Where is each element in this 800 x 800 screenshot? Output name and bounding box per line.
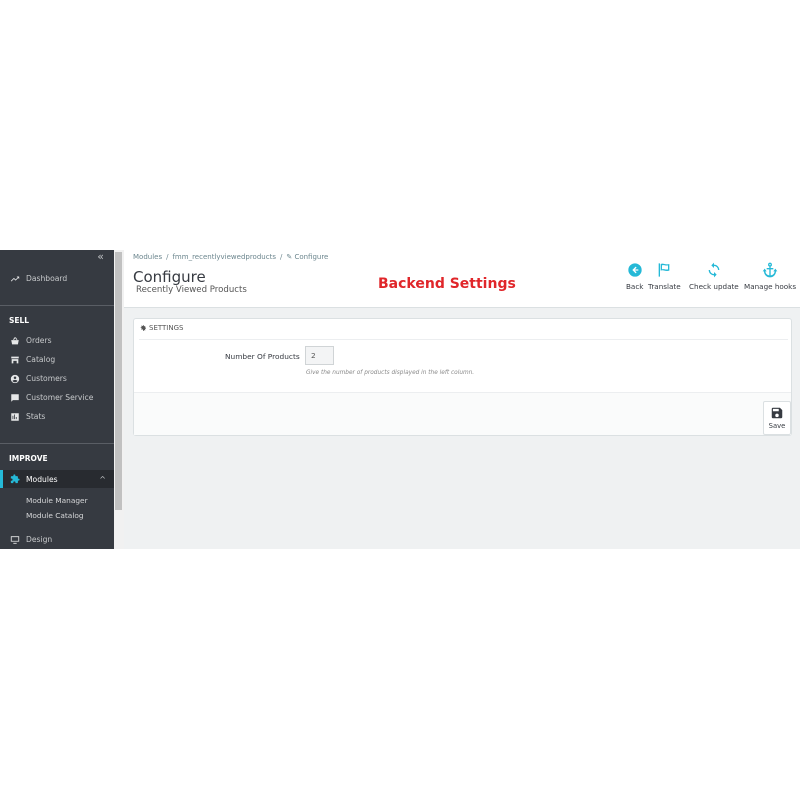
sidebar-item-stats[interactable]: Stats	[0, 407, 114, 426]
sidebar-item-label: Dashboard	[26, 274, 68, 283]
sidebar-subitem-module-manager[interactable]: Module Manager	[26, 496, 88, 505]
save-button[interactable]: Save	[763, 401, 791, 435]
user-icon	[9, 373, 20, 384]
breadcrumb-configure: Configure	[294, 253, 329, 261]
panel-divider	[139, 339, 788, 340]
panel-heading: SETTINGS	[139, 324, 183, 332]
sidebar-item-label: Design	[26, 535, 53, 544]
store-icon	[9, 354, 20, 365]
page-title: Configure	[133, 268, 206, 286]
sidebar-item-label: Customers	[26, 374, 67, 383]
breadcrumb: Modules / fmm_recentlyviewedproducts / ✎ Con…	[133, 253, 329, 261]
number-of-products-label: Number Of Products	[225, 352, 300, 361]
sidebar-item-customers[interactable]: Customers	[0, 369, 114, 388]
monitor-icon	[9, 534, 20, 545]
sidebar-item-design[interactable]: Design	[0, 530, 114, 549]
breadcrumb-modules[interactable]: Modules	[133, 253, 162, 261]
app-window: « Dashboard SELL Orders Catalog Customer…	[0, 250, 800, 549]
sidebar-scrollbar[interactable]	[114, 250, 124, 549]
translate-button[interactable]: Translate	[648, 262, 681, 291]
sidebar-item-customer-service[interactable]: Customer Service	[0, 388, 114, 407]
back-icon	[628, 263, 642, 277]
sidebar-item-orders[interactable]: Orders	[0, 331, 114, 350]
sidebar-item-catalog[interactable]: Catalog	[0, 350, 114, 369]
sidebar-item-label: Orders	[26, 336, 52, 345]
wrench-icon: ✎	[286, 253, 293, 261]
sidebar-divider	[0, 443, 114, 444]
sidebar-item-label: Stats	[26, 412, 46, 421]
main-content: Modules / fmm_recentlyviewedproducts / ✎ Con…	[124, 250, 800, 549]
sidebar-item-label: Catalog	[26, 355, 56, 364]
chevron-up-icon[interactable]: ^	[99, 475, 106, 484]
floppy-disk-icon	[771, 407, 783, 419]
number-of-products-help: Give the number of products displayed in…	[306, 370, 475, 376]
collapse-sidebar-icon[interactable]: «	[97, 250, 104, 263]
anchor-icon	[762, 262, 778, 278]
cart-icon	[9, 335, 20, 346]
bar-chart-icon	[9, 411, 20, 422]
puzzle-icon	[9, 474, 20, 485]
sidebar-item-modules[interactable]: Modules ^	[0, 470, 114, 488]
number-of-products-input[interactable]	[305, 346, 334, 365]
sidebar-item-dashboard[interactable]: Dashboard	[0, 269, 114, 288]
flag-icon	[658, 263, 670, 277]
scrollbar-thumb[interactable]	[115, 252, 122, 510]
manage-hooks-button[interactable]: Manage hooks	[744, 262, 796, 291]
sidebar: « Dashboard SELL Orders Catalog Customer…	[0, 250, 114, 549]
page-header: Modules / fmm_recentlyviewedproducts / ✎ Con…	[124, 250, 800, 308]
panel-footer: Save	[134, 392, 791, 435]
cogs-icon	[140, 325, 146, 331]
sidebar-divider	[0, 305, 114, 306]
sidebar-item-label: Modules	[26, 474, 58, 484]
breadcrumb-module-name[interactable]: fmm_recentlyviewedproducts	[172, 253, 276, 261]
sidebar-subitem-module-catalog[interactable]: Module Catalog	[26, 511, 84, 520]
refresh-icon	[708, 262, 720, 278]
section-title-sell: SELL	[9, 316, 30, 325]
page-subtitle: Recently Viewed Products	[136, 285, 247, 295]
chat-icon	[9, 392, 20, 403]
back-button[interactable]: Back	[626, 262, 643, 291]
backend-settings-caption: Backend Settings	[378, 276, 516, 292]
check-update-button[interactable]: Check update	[689, 262, 739, 291]
section-title-improve: IMPROVE	[9, 454, 48, 463]
settings-panel: SETTINGS Number Of Products Give the num…	[133, 318, 792, 436]
sidebar-item-label: Customer Service	[26, 393, 94, 402]
trending-up-icon	[9, 273, 20, 284]
